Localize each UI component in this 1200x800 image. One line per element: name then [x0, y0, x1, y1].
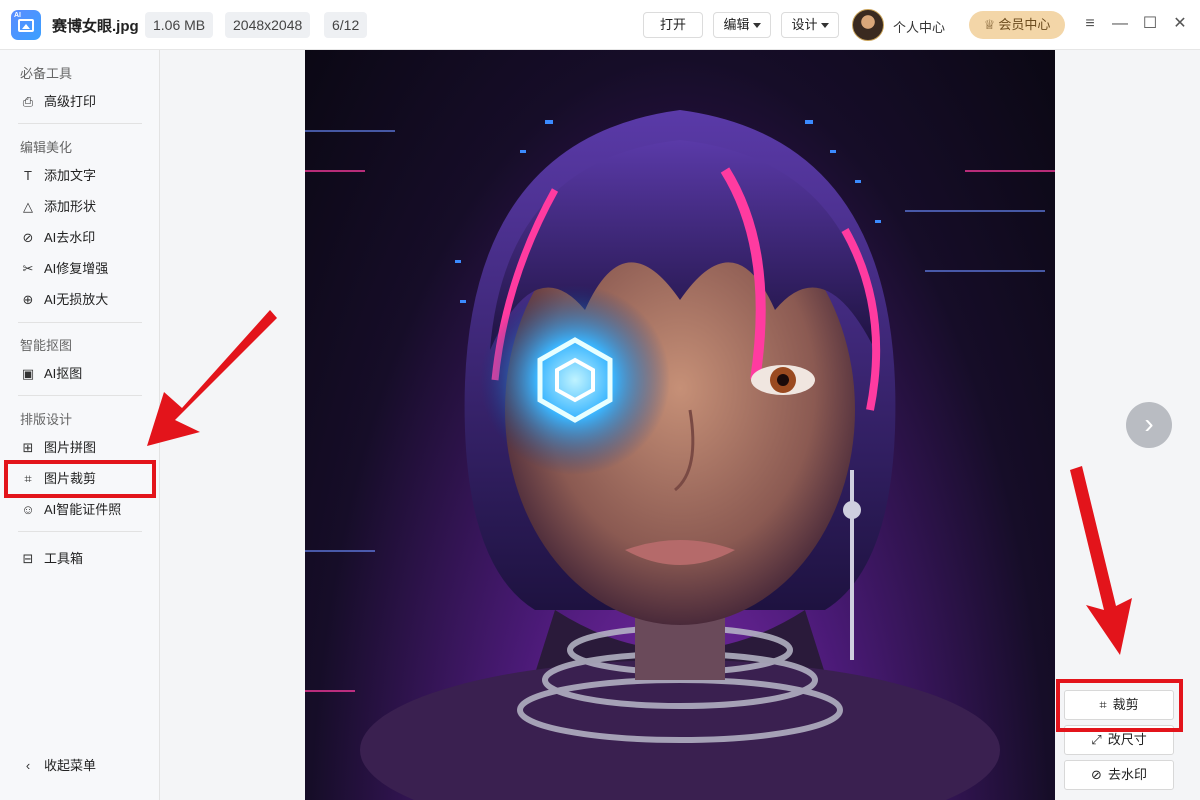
- text-icon: T: [24, 167, 32, 183]
- open-button[interactable]: 打开: [643, 12, 703, 38]
- sidebar-item-label: 添加文字: [44, 168, 97, 183]
- id-photo-icon: ☺: [21, 501, 35, 517]
- sidebar-item-ai-id-photo[interactable]: ☺ AI智能证件照: [20, 498, 150, 522]
- page-indicator: 6/12: [324, 12, 368, 38]
- sidebar-item-toolbox[interactable]: ⊟ 工具箱: [20, 547, 150, 571]
- menu-icon[interactable]: ≡: [1080, 14, 1100, 34]
- toolbox-icon: ⊟: [22, 550, 34, 566]
- portrait-illustration: [305, 110, 1055, 800]
- edit-menu-label: 编辑: [723, 17, 750, 32]
- printer-icon: ⎙: [22, 93, 34, 109]
- crown-icon: ♕: [983, 17, 996, 32]
- highlight-box: [1056, 679, 1183, 732]
- sidebar-item-ai-upscale[interactable]: ⊕ AI无损放大: [20, 288, 150, 312]
- remove-watermark-button[interactable]: ⊘ 去水印: [1064, 760, 1174, 790]
- divider: [18, 395, 142, 396]
- sidebar-item-label: AI无损放大: [44, 292, 109, 307]
- sidebar-item-advanced-print[interactable]: ⎙ 高级打印: [20, 90, 150, 114]
- sidebar-item-add-shape[interactable]: △ 添加形状: [20, 195, 150, 219]
- sidebar-item-ai-cutout[interactable]: ▣ AI抠图: [20, 362, 150, 386]
- section-title-smart-cutout: 智能抠图: [20, 338, 73, 353]
- design-menu-label: 设计: [791, 17, 818, 32]
- next-image-button[interactable]: ›: [1126, 402, 1172, 448]
- shapes-icon: △: [23, 198, 33, 214]
- remove-watermark-label: 去水印: [1107, 767, 1147, 782]
- sidebar-item-label: 图片拼图: [44, 440, 97, 455]
- chevron-down-icon: [752, 23, 761, 29]
- open-button-label: 打开: [659, 17, 686, 32]
- sidebar-item-label: AI修复增强: [44, 261, 109, 276]
- zoom-in-icon: ⊕: [22, 291, 34, 307]
- design-menu-button[interactable]: 设计: [781, 12, 839, 38]
- sidebar: 必备工具 ⎙ 高级打印 编辑美化 T 添加文字 △ 添加形状 ⊘ AI去水印 ✂ AI修复…: [0, 50, 160, 800]
- file-name: 赛博女眼.jpg: [52, 18, 139, 35]
- sidebar-item-label: 高级打印: [44, 94, 97, 109]
- maximize-icon[interactable]: ☐: [1140, 14, 1160, 34]
- highlight-box: [4, 460, 156, 498]
- sidebar-item-ai-watermark-remove[interactable]: ⊘ AI去水印: [20, 226, 150, 250]
- user-center-link[interactable]: 个人中心: [893, 17, 945, 36]
- vip-center-label: 会员中心: [998, 17, 1051, 32]
- divider: [18, 123, 142, 124]
- avatar[interactable]: [852, 9, 884, 41]
- chevron-down-icon: [820, 23, 829, 29]
- app-logo: AI: [11, 10, 41, 40]
- sidebar-item-ai-repair[interactable]: ✂ AI修复增强: [20, 257, 150, 281]
- dimensions-badge: 2048x2048: [225, 12, 311, 38]
- collapse-menu-label: 收起菜单: [44, 758, 97, 773]
- sidebar-item-label: 添加形状: [44, 199, 97, 214]
- sidebar-item-label: AI智能证件照: [44, 502, 122, 517]
- minimize-icon[interactable]: —: [1110, 14, 1130, 34]
- file-size-badge: 1.06 MB: [145, 12, 214, 38]
- close-icon[interactable]: ✕: [1170, 14, 1190, 34]
- image-canvas: › ⌗ 裁剪 ⤢ 改尺寸 ⊘ 去水印: [160, 50, 1200, 800]
- divider: [18, 322, 142, 323]
- sidebar-item-label: AI去水印: [44, 230, 96, 245]
- watermark-remove-icon: ⊘: [22, 229, 34, 245]
- section-title-layout-design: 排版设计: [20, 412, 73, 427]
- section-title-essential-tools: 必备工具: [20, 66, 73, 81]
- image-cutout-icon: ▣: [21, 365, 35, 381]
- sidebar-item-label: AI抠图: [44, 366, 83, 381]
- vip-center-button[interactable]: ♕ 会员中心: [969, 11, 1065, 39]
- watermark-remove-icon: ⊘: [1091, 767, 1102, 782]
- chevron-right-icon: ›: [1144, 408, 1154, 439]
- sidebar-item-collage[interactable]: ⊞ 图片拼图: [20, 436, 150, 460]
- divider: [18, 531, 142, 532]
- preview-image: [305, 50, 1055, 800]
- repair-icon: ✂: [22, 260, 34, 276]
- collage-icon: ⊞: [22, 439, 34, 455]
- sidebar-item-add-text[interactable]: T 添加文字: [20, 164, 150, 188]
- title-bar: AI 赛博女眼.jpg 1.06 MB 2048x2048 6/12 打开 编辑…: [0, 0, 1200, 50]
- collapse-menu-button[interactable]: ‹ 收起菜单: [20, 754, 150, 778]
- resize-button-label: 改尺寸: [1107, 732, 1147, 747]
- section-title-edit-beautify: 编辑美化: [20, 140, 73, 155]
- edit-menu-button[interactable]: 编辑: [713, 12, 771, 38]
- chevron-left-circle-icon: ‹: [25, 757, 31, 773]
- sidebar-item-label: 工具箱: [44, 551, 84, 566]
